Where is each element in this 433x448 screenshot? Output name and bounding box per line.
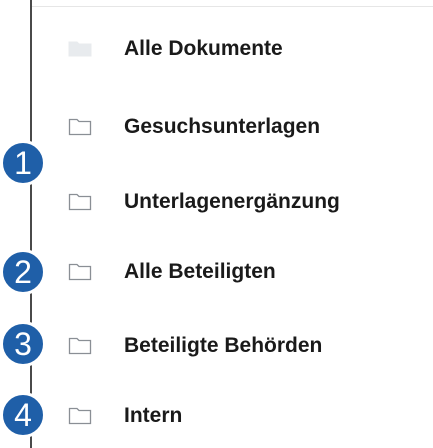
callout-badge-3: 3 xyxy=(0,321,46,367)
folder-item-intern[interactable]: Intern xyxy=(30,394,433,438)
folder-label: Intern xyxy=(124,404,183,427)
callout-badge-1: 1 xyxy=(0,140,46,186)
folder-item-gesuchsunterlagen[interactable]: Gesuchsunterlagen xyxy=(30,105,433,149)
folder-icon xyxy=(68,118,92,136)
folder-label: Gesuchsunterlagen xyxy=(124,115,321,138)
folder-filled-icon xyxy=(68,41,92,57)
callout-badge-4: 4 xyxy=(0,392,46,438)
folder-label: Alle Dokumente xyxy=(124,37,283,60)
folder-label: Beteiligte Behörden xyxy=(124,334,323,357)
folder-item-beteiligte-behoerden[interactable]: Beteiligte Behörden xyxy=(30,324,433,368)
folder-item-alle-dokumente[interactable]: Alle Dokumente xyxy=(30,27,433,71)
top-divider xyxy=(30,6,433,7)
folder-item-alle-beteiligten[interactable]: Alle Beteiligten xyxy=(30,250,433,294)
folder-icon xyxy=(68,193,92,211)
folder-icon xyxy=(68,407,92,425)
folder-icon xyxy=(68,263,92,281)
callout-badge-2: 2 xyxy=(0,249,46,295)
folder-label: Alle Beteiligten xyxy=(124,260,276,283)
folder-item-unterlagenergaenzung[interactable]: Unterlagenergänzung xyxy=(30,180,433,224)
folder-icon xyxy=(68,337,92,355)
annotation-line xyxy=(30,0,32,448)
folder-label: Unterlagenergänzung xyxy=(124,190,340,213)
